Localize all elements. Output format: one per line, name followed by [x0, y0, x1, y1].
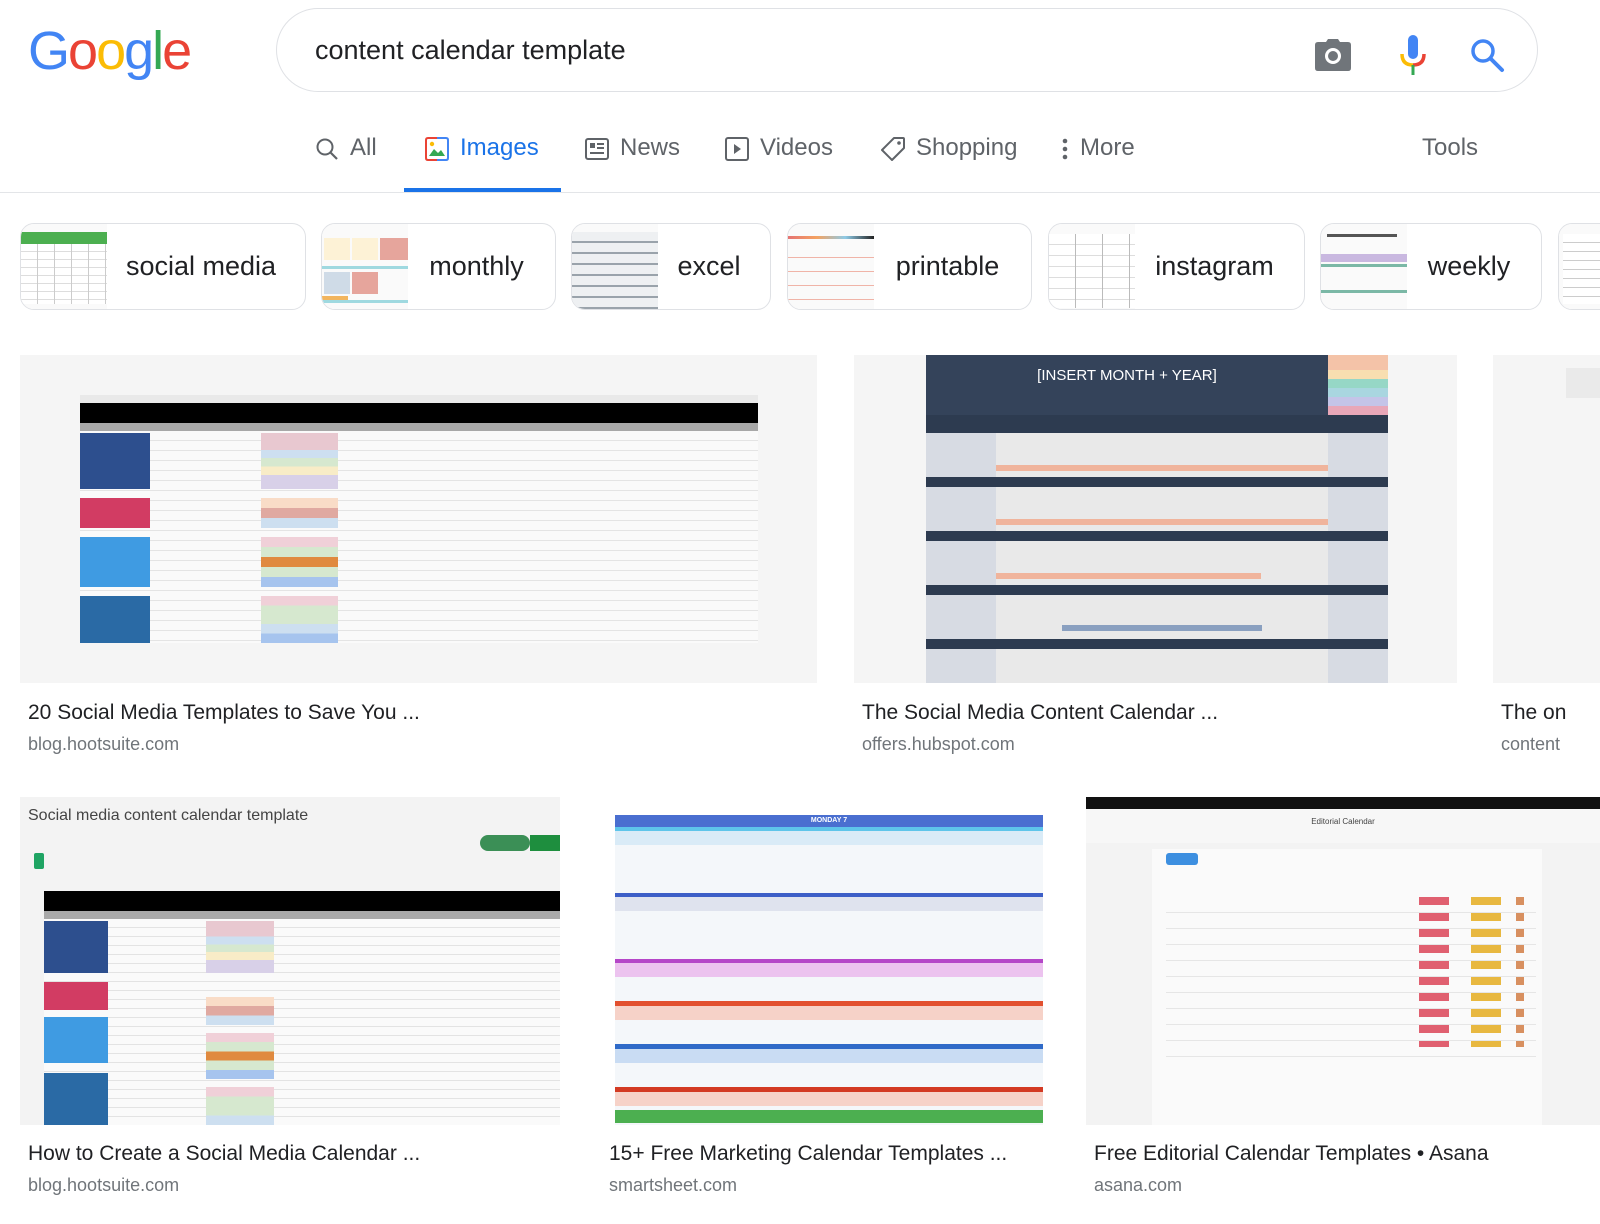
logo-letter: G [28, 21, 70, 81]
result-source[interactable]: content [1501, 734, 1560, 755]
result-source[interactable]: asana.com [1094, 1175, 1182, 1196]
chip-printable[interactable]: printable [787, 223, 1032, 310]
chip-label: social media [125, 251, 277, 281]
result-title[interactable]: The on [1501, 701, 1566, 725]
tab-images[interactable]: Images [404, 134, 561, 192]
kebab-icon [1060, 136, 1070, 162]
tab-news[interactable]: News [584, 134, 680, 192]
chip-more[interactable] [1558, 223, 1600, 310]
chip-weekly[interactable]: weekly [1320, 223, 1542, 310]
result-title[interactable]: 20 Social Media Templates to Save You ..… [28, 701, 420, 725]
result-source[interactable]: blog.hootsuite.com [28, 734, 179, 755]
search-icon [314, 136, 340, 162]
tools-label: Tools [1422, 134, 1479, 161]
search-box [276, 8, 1538, 92]
search-input[interactable] [315, 27, 1275, 73]
chip-thumbnail [1559, 224, 1600, 309]
logo-letter: l [152, 21, 164, 81]
logo-letter: e [162, 21, 192, 81]
result-thumbnail[interactable] [20, 355, 817, 683]
chip-label: monthly [429, 251, 524, 281]
tab-videos[interactable]: Videos [724, 134, 833, 192]
tab-label: Videos [760, 134, 833, 161]
result-thumbnail[interactable]: Editorial Calendar [1086, 797, 1600, 1125]
tools-button[interactable]: Tools [1422, 134, 1478, 192]
news-icon [584, 136, 610, 162]
chip-thumbnail [572, 224, 658, 309]
thumbnail-caption: Editorial Calendar [1311, 817, 1375, 826]
result-source[interactable]: offers.hubspot.com [862, 734, 1015, 755]
tag-icon [880, 136, 906, 162]
tab-label: All [350, 134, 377, 161]
chip-label: instagram [1155, 251, 1274, 281]
chip-instagram[interactable]: instagram [1048, 223, 1305, 310]
chip-label: excel [677, 251, 741, 281]
result-title[interactable]: The Social Media Content Calendar ... [862, 701, 1218, 725]
thumbnail-caption: Social media content calendar template [28, 807, 309, 824]
play-icon [724, 136, 750, 162]
calendar-heading: [INSERT MONTH + YEAR] [1037, 367, 1217, 384]
logo-letter: o [68, 21, 98, 81]
tab-shopping[interactable]: Shopping [880, 134, 1017, 192]
search-tabs: All Images News Videos Shopping More Too… [0, 120, 1600, 193]
image-icon [424, 136, 450, 162]
microphone-icon[interactable] [1393, 35, 1433, 75]
result-thumbnail[interactable]: [INSERT MONTH + YEAR] [854, 355, 1457, 683]
chip-monthly[interactable]: monthly [321, 223, 556, 310]
result-thumbnail[interactable] [1493, 355, 1600, 683]
tab-label: Images [460, 134, 539, 161]
chip-label: printable [895, 251, 1000, 281]
logo-letter: o [96, 21, 126, 81]
result-source[interactable]: blog.hootsuite.com [28, 1175, 179, 1196]
result-thumbnail[interactable]: MONDAY 7 [601, 797, 1043, 1125]
tab-label: More [1080, 134, 1135, 161]
chip-thumbnail [788, 224, 874, 309]
result-title[interactable]: Free Editorial Calendar Templates • Asan… [1094, 1142, 1489, 1166]
chip-label: weekly [1427, 251, 1511, 281]
related-searches: social media monthly excel printable ins… [20, 223, 1600, 311]
thumbnail-caption: MONDAY 7 [810, 817, 848, 824]
result-source[interactable]: smartsheet.com [609, 1175, 737, 1196]
tab-more[interactable]: More [1060, 134, 1135, 192]
tab-label: Shopping [916, 134, 1018, 161]
chip-excel[interactable]: excel [571, 223, 771, 310]
camera-icon[interactable] [1313, 35, 1353, 75]
logo-letter: g [124, 21, 154, 81]
chip-thumbnail [1049, 224, 1135, 309]
chip-thumbnail [21, 224, 107, 309]
google-logo[interactable]: Google [28, 20, 192, 82]
chip-social-media[interactable]: social media [20, 223, 306, 310]
chip-thumbnail [322, 224, 408, 309]
tab-all[interactable]: All [314, 134, 377, 192]
result-thumbnail[interactable]: Social media content calendar template [20, 797, 560, 1125]
search-icon[interactable] [1467, 35, 1507, 75]
result-title[interactable]: How to Create a Social Media Calendar ..… [28, 1142, 420, 1166]
tab-label: News [620, 134, 681, 161]
result-title[interactable]: 15+ Free Marketing Calendar Templates ..… [609, 1142, 1007, 1166]
chip-thumbnail [1321, 224, 1407, 309]
